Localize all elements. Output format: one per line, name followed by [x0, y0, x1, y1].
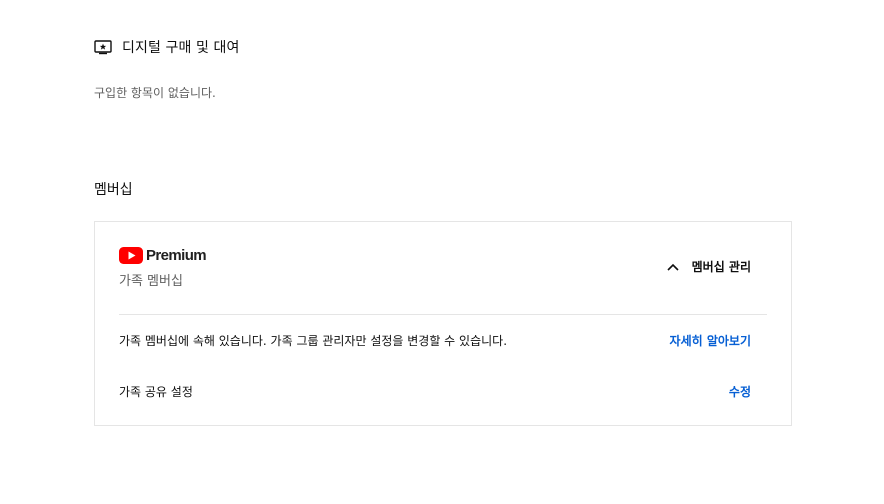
family-sharing-label: 가족 공유 설정: [119, 385, 193, 399]
manage-membership-button[interactable]: 멤버십 관리: [666, 258, 751, 275]
membership-info-text: 가족 멤버십에 속해 있습니다. 가족 그룹 관리자만 설정을 변경할 수 있습…: [119, 334, 508, 348]
learn-more-link[interactable]: 자세히 알아보기: [670, 332, 751, 349]
edit-link[interactable]: 수정: [729, 383, 751, 400]
movie-star-icon: [94, 39, 112, 55]
digital-purchases-title: 디지털 구매 및 대여: [122, 40, 240, 56]
page: 디지털 구매 및 대여 구입한 항목이 없습니다. 멤버십 Premium 가족…: [0, 0, 884, 504]
manage-membership-label: 멤버십 관리: [691, 260, 751, 274]
chevron-up-icon: [667, 263, 679, 271]
divider: [119, 314, 767, 315]
membership-title: 멤버십: [94, 182, 133, 198]
youtube-premium-logo: Premium: [119, 246, 207, 264]
family-sharing-row: 가족 공유 설정 수정: [119, 383, 751, 400]
digital-purchases-header: 디지털 구매 및 대여: [94, 36, 240, 58]
no-purchases-text: 구입한 항목이 없습니다.: [94, 86, 216, 100]
youtube-play-icon: [119, 246, 143, 264]
plan-name: 가족 멤버십: [119, 274, 183, 289]
membership-info-row: 가족 멤버십에 속해 있습니다. 가족 그룹 관리자만 설정을 변경할 수 있습…: [119, 332, 751, 349]
membership-card: Premium 가족 멤버십 멤버십 관리 가족 멤버십에 속해 있습니다. 가…: [94, 221, 792, 426]
premium-logo-text: Premium: [146, 246, 207, 264]
